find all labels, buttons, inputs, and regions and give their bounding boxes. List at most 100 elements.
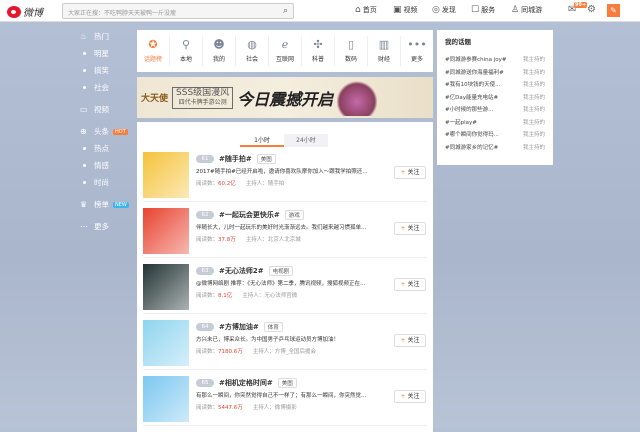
my-topic-item[interactable]: #小时候的那些游... 我主持的 — [445, 105, 545, 118]
ad-hero-image — [337, 79, 378, 116]
nav-user[interactable]: ♙ 同城游 — [511, 5, 542, 15]
topic-thumbnail[interactable] — [143, 376, 189, 422]
rank-badge: 63 — [196, 267, 214, 275]
follow-button[interactable]: + 关注 — [394, 166, 426, 179]
sidebar-item[interactable]: ▭ 视频 — [60, 101, 136, 118]
sidebar-badge: NEW — [113, 201, 129, 208]
host-name[interactable]: 随手拍 — [268, 181, 285, 187]
topic-title[interactable]: #相机定格时间# — [219, 379, 273, 387]
sidebar-item[interactable]: 情感 — [60, 157, 136, 174]
my-topic-item[interactable]: #亿Day能量充电站# 我主持的 — [445, 93, 545, 106]
read-count: 37.8万 — [218, 237, 236, 243]
topic-title[interactable]: #无心法师2# — [219, 267, 264, 275]
topic-thumbnail[interactable] — [143, 208, 189, 254]
sidebar-item[interactable]: 搞笑 — [60, 62, 136, 79]
sidebar-item[interactable]: 热点 — [60, 140, 136, 157]
topic-title[interactable]: #方博加油# — [219, 323, 259, 331]
my-topics-panel: 我的话题 #同城游参赛china joy# 我主持的 #同城游送你海量福利# 我主持的… — [437, 30, 553, 165]
category-tab[interactable]: ✣ 科普 — [302, 36, 335, 66]
read-count: 60.2亿 — [218, 181, 236, 187]
sidebar-item[interactable]: 时尚 — [60, 174, 136, 191]
topic-title[interactable]: #随手拍# — [219, 155, 252, 163]
category-tab[interactable]: ✪ 话题榜 — [137, 36, 170, 66]
nav-service[interactable]: ☐ 服务 — [471, 5, 495, 15]
sidebar: ♨ 热门 明星 搞笑 社会 ▭ 视频 ⊕ 头条 HOT 热点 情感 时尚 ♛ 榜单 NEW ⋯ 更多 — [60, 28, 136, 235]
category-tab[interactable]: ▯ 数码 — [335, 36, 368, 66]
science-icon: ✣ — [313, 38, 323, 51]
topic-item[interactable]: 62 #一起玩会更快乐# 游戏 伴随长大，儿时一起玩乐的美好时光渐渐远去。我们越来… — [143, 208, 427, 258]
category-tab[interactable]: ••• 更多 — [401, 36, 433, 66]
my-topic-item[interactable]: #我有10块钱的天使... 我主持的 — [445, 80, 545, 93]
topic-tag: 美图 — [256, 154, 276, 164]
host-name[interactable]: 方博_全国后援会 — [275, 349, 316, 355]
rank-badge: 62 — [196, 211, 214, 219]
rank-badge: 65 — [196, 379, 214, 387]
host-name[interactable]: 微博摄影 — [275, 405, 297, 411]
search-input[interactable]: 大家正在搜：不吃鸭脖天天被鸭一斤没瘦 ⌕ — [62, 3, 294, 19]
discover-icon: ◎ — [432, 5, 440, 15]
weibo-eye-icon — [7, 5, 21, 18]
nav-discover[interactable]: ◎ 发现 — [432, 5, 456, 15]
my-topics-title: 我的话题 — [445, 38, 471, 46]
nav-video[interactable]: ▣ 视频 — [393, 5, 418, 15]
video-icon: ▣ — [393, 5, 402, 15]
plus-icon: + — [400, 225, 406, 232]
category-tab[interactable]: ☻ 我的 — [203, 36, 236, 66]
topic-thumbnail[interactable] — [143, 320, 189, 366]
my-topic-item[interactable]: #哪个瞬间你觉得玛... 我主持的 — [445, 130, 545, 143]
video-icon: ▭ — [80, 105, 88, 114]
topic-thumbnail[interactable] — [143, 264, 189, 310]
weibo-logo[interactable]: 微博 — [7, 4, 43, 19]
topic-item[interactable]: 61 #随手拍# 美图 2017#随手拍#已经开启啦，邀请你喜欢队摩你加入～跟我学… — [143, 152, 427, 202]
sidebar-item[interactable]: ♨ 热门 — [60, 28, 136, 45]
my-topic-item[interactable]: #同城游家乡的记忆# 我主持的 — [445, 143, 545, 156]
compose-icon[interactable]: ✎ — [607, 4, 620, 17]
follow-button[interactable]: + 关注 — [394, 222, 426, 235]
sidebar-item[interactable]: ⊕ 头条 HOT — [60, 123, 136, 140]
search-icon[interactable]: ⌕ — [283, 6, 288, 16]
ad-banner[interactable]: 大天使 SSS级国漫风 四代卡牌手游公测 今日震撼开启 — [137, 77, 433, 118]
host-name[interactable]: 无心法师官微 — [264, 293, 297, 299]
rank-badge: 61 — [196, 155, 214, 163]
category-tab[interactable]: ◍ 社会 — [236, 36, 269, 66]
follow-button[interactable]: + 关注 — [394, 278, 426, 291]
device-icon: ▯ — [347, 38, 355, 51]
sidebar-item[interactable]: ⋯ 更多 — [60, 218, 136, 235]
my-topic-item[interactable]: #同城游参赛china joy# 我主持的 — [445, 55, 545, 68]
tab-1-hour[interactable]: 1小时 — [240, 134, 284, 147]
sidebar-item[interactable]: 明星 — [60, 45, 136, 62]
sidebar-item[interactable]: 社会 — [60, 79, 136, 96]
plus-icon: + — [400, 337, 406, 344]
gear-icon[interactable]: ⚙ — [587, 4, 596, 15]
category-tab[interactable]: ⚲ 本地 — [170, 36, 203, 66]
topic-description: 有那么一瞬间，你突然觉得自己不一样了；有那么一瞬间，你突然觉世界... — [196, 393, 371, 399]
plus-icon: + — [400, 393, 406, 400]
topic-item[interactable]: 63 #无心法师2# 电视剧 @微博网络剧 推荐：《无心法师》第二季，腾讯视频，搜… — [143, 264, 427, 314]
host-name[interactable]: 北京人北京城 — [268, 237, 301, 243]
topic-item[interactable]: 64 #方博加油# 体育 方兴未已，博采众长。为中国男子乒乓球运动员方博加油！ 阅… — [143, 320, 427, 370]
headline-icon: ⊕ — [80, 127, 87, 136]
nav-home[interactable]: ⌂ 首页 — [355, 5, 377, 15]
topic-description: @微博网络剧 推荐：《无心法师》第二季，腾讯视频，搜狐视频正在热播... — [196, 281, 371, 287]
category-tab[interactable]: ▥ 财经 — [368, 36, 401, 66]
plus-icon: + — [400, 281, 406, 288]
sidebar-item[interactable]: ♛ 榜单 NEW — [60, 196, 136, 213]
category-tab[interactable]: ℯ 互联网 — [269, 36, 302, 66]
message-icon[interactable]: ✉ 99+ — [568, 2, 588, 15]
topic-tag: 电视剧 — [268, 266, 294, 276]
my-topic-item[interactable]: #同城游送你海量福利# 我主持的 — [445, 68, 545, 81]
ad-text: SSS级国漫风 四代卡牌手游公测 — [172, 86, 234, 109]
ie-icon: ℯ — [281, 38, 289, 51]
follow-button[interactable]: + 关注 — [394, 390, 426, 403]
service-icon: ☐ — [471, 5, 480, 15]
location-icon: ⚲ — [181, 38, 191, 51]
topic-title[interactable]: #一起玩会更快乐# — [219, 211, 280, 219]
read-count: 8.1亿 — [218, 293, 233, 299]
person-icon: ☻ — [213, 38, 225, 51]
tab-24-hours[interactable]: 24小时 — [284, 134, 328, 147]
topic-thumbnail[interactable] — [143, 152, 189, 198]
follow-button[interactable]: + 关注 — [394, 334, 426, 347]
topic-item[interactable]: 65 #相机定格时间# 美图 有那么一瞬间，你突然觉得自己不一样了；有那么一瞬间，… — [143, 376, 427, 426]
my-topic-item[interactable]: #一起play# 我主持的 — [445, 118, 545, 131]
trophy-icon: ♛ — [80, 200, 88, 209]
